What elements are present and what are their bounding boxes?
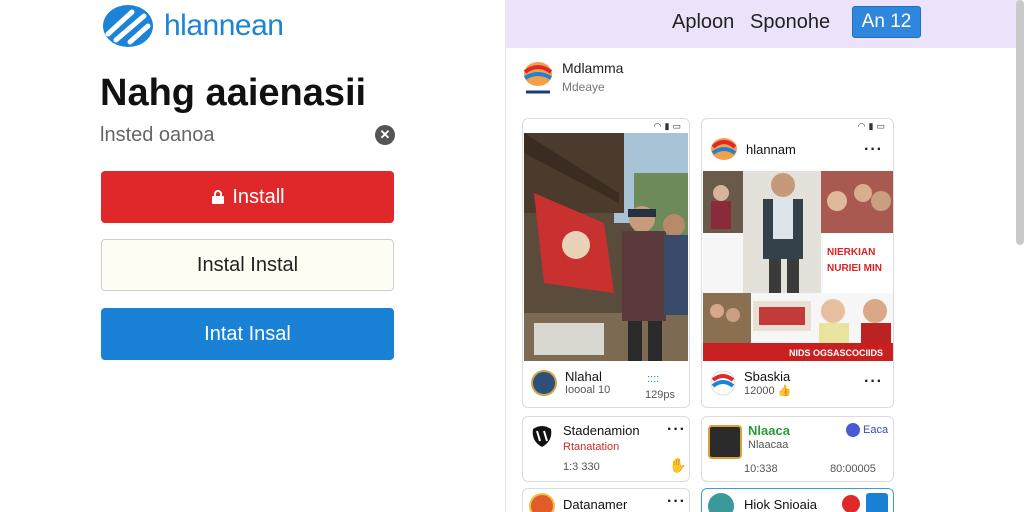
post-footer: Sbaskia 12000 👍 <box>710 369 860 397</box>
share-icon[interactable] <box>866 493 888 512</box>
secondary-install-label: Instal Instal <box>196 253 299 276</box>
post-author: Hiok Snioaia <box>744 497 817 512</box>
battery-icon: ▭ <box>672 120 681 131</box>
post-meta: Ioooal 10 <box>565 384 611 396</box>
nav-link-aploon[interactable]: Aploon <box>672 11 734 34</box>
clear-icon[interactable]: ✕ <box>375 125 395 145</box>
nav-link-sponohe[interactable]: Sponohe <box>750 11 830 34</box>
mask-logo-icon <box>532 426 552 447</box>
brand-logo-icon <box>711 138 737 160</box>
tertiary-install-button[interactable]: Intat Insal <box>101 308 394 360</box>
badge-label[interactable]: Eaca <box>863 424 888 436</box>
profile-logo-icon <box>523 62 553 94</box>
field-placeholder: lnsted oanoa <box>100 123 215 146</box>
more-icon[interactable]: ··· <box>667 493 686 511</box>
post-card-datanamer[interactable]: Datanamer ··· <box>522 488 690 512</box>
signal-icon: ▮ <box>868 120 874 131</box>
post-author: Nlahal <box>565 369 602 384</box>
more-icon[interactable]: ··· <box>864 141 883 159</box>
svg-text:NURIEI MIN: NURIEI MIN <box>827 263 882 274</box>
post-sub: Nlaacaa <box>748 439 789 451</box>
top-nav: Aploon Sponohe An 12 <box>506 0 1020 48</box>
install-button[interactable]: Install <box>101 171 394 223</box>
scrollbar[interactable] <box>1016 0 1024 245</box>
card-author: hlannam <box>746 141 796 157</box>
nav-button[interactable]: An 12 <box>852 6 921 38</box>
post-card-stadenamion[interactable]: Stadenamion Rtanatation 1:3 330 ··· ✋ <box>522 416 690 482</box>
post-photo <box>524 133 688 361</box>
battery-icon: ▭ <box>876 120 885 131</box>
install-panel: hlannean Nahg aaienasii lnsted oanoa ✕ I… <box>0 0 505 512</box>
post-author: Datanamer <box>563 497 628 512</box>
post-meta: 12000 👍 <box>744 385 792 397</box>
brand-logo-icon <box>103 5 153 47</box>
verified-icon <box>846 423 860 437</box>
notification-icon[interactable] <box>842 495 860 512</box>
post-meta: 1:3 330 <box>563 461 600 473</box>
market-photo-illustration <box>524 133 688 361</box>
post-meta: 10:338 <box>744 463 778 475</box>
post-card-collage[interactable]: ◠ ▮ ▭ hlannam ··· NIERKIAN NURIEI MIN NI… <box>701 118 894 408</box>
post-author: Sbaskia <box>744 369 791 384</box>
preview-panel: Aploon Sponohe An 12 Mdlamma Mdeaye ◠ ▮ … <box>505 0 1024 512</box>
post-card-nlaaca[interactable]: Nlaaca Nlaacaa 10:338 80:00005 Eaca <box>701 416 894 482</box>
wifi-icon: ◠ <box>857 120 866 131</box>
collage-photo: NIERKIAN NURIEI MIN NIDS OGSASCOCIIDS <box>703 171 893 361</box>
post-link[interactable]: :::: <box>647 373 659 385</box>
search-field[interactable]: lnsted oanoa ✕ <box>100 120 395 150</box>
secondary-install-button[interactable]: Instal Instal <box>101 239 394 291</box>
profile-name: Mdlamma <box>562 60 624 76</box>
status-bar: ◠ ▮ ▭ <box>523 119 689 133</box>
post-card-hiok[interactable]: Hiok Snioaia <box>701 488 894 512</box>
profile-sub: Mdeaye <box>562 80 605 94</box>
reaction-icon[interactable]: ✋ <box>669 457 686 474</box>
profile-header: Mdlamma Mdeaye <box>522 60 623 96</box>
brand-name: hlannean <box>164 9 284 42</box>
app-screen: hlannean Nahg aaienasii lnsted oanoa ✕ I… <box>0 0 1024 512</box>
signal-icon: ▮ <box>664 120 670 131</box>
card-header: hlannam <box>710 137 796 161</box>
brand: hlannean <box>102 4 284 48</box>
avatar <box>531 369 557 396</box>
post-meta-right: 80:00005 <box>830 463 876 475</box>
post-card-photo[interactable]: ◠ ▮ ▭ Nlahal Ioooal 10:::: 129ps <box>522 118 690 408</box>
post-author: Nlaaca <box>748 423 790 438</box>
more-icon[interactable]: ··· <box>667 421 686 439</box>
collage-illustration: NIERKIAN NURIEI MIN NIDS OGSASCOCIIDS <box>703 171 893 361</box>
avatar <box>708 493 734 512</box>
post-author: Stadenamion <box>563 423 640 438</box>
svg-text:NIERKIAN: NIERKIAN <box>827 247 875 258</box>
svg-text:NIDS OGSASCOCIIDS: NIDS OGSASCOCIIDS <box>789 348 883 358</box>
wifi-icon: ◠ <box>653 120 662 131</box>
post-sub: Rtanatation <box>563 441 620 453</box>
tertiary-install-label: Intat Insal <box>204 322 291 345</box>
status-bar: ◠ ▮ ▭ <box>702 119 893 133</box>
page-title: Nahg aaienasii <box>100 72 367 114</box>
post-time: 129ps <box>645 389 675 401</box>
lock-icon <box>212 190 225 204</box>
brand-avatar-icon <box>710 370 736 396</box>
thumbnail <box>708 425 742 459</box>
avatar <box>529 493 555 512</box>
more-icon[interactable]: ··· <box>864 373 883 391</box>
install-button-label: Install <box>232 185 285 208</box>
